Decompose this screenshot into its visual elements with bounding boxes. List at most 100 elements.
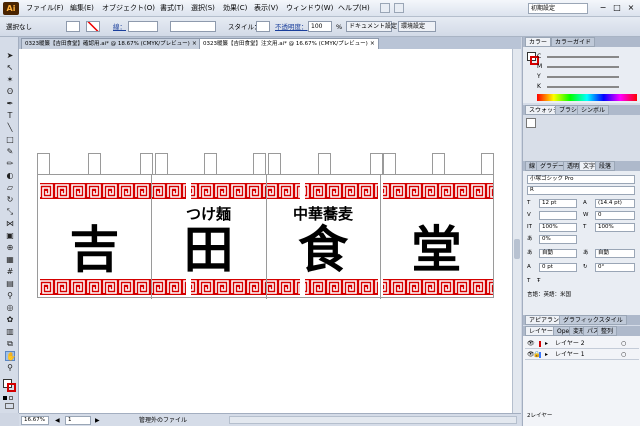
menu-effect[interactable]: 効果(C)	[223, 3, 247, 14]
slider-track[interactable]	[547, 66, 619, 68]
tab-document-confirm[interactable]: 0323暖簾【吉田食堂】確認用.ai* @ 18.67% (CMYK/プレビュー…	[21, 38, 201, 49]
slider-y[interactable]: Y	[537, 73, 627, 81]
eyedropper-tool-icon[interactable]: ⚲	[5, 291, 15, 301]
visibility-eye-icon[interactable]: 👁	[527, 338, 535, 349]
target-circle-icon[interactable]: ○	[621, 338, 626, 349]
tab-document-order[interactable]: 0323暖簾【吉田食堂】注文用.ai* @ 16.67% (CMYK/プレビュー…	[199, 38, 379, 49]
stroke-swatch[interactable]	[86, 21, 100, 32]
baseline-shift-field[interactable]: 0 pt	[539, 263, 577, 272]
symbol-sprayer-tool-icon[interactable]: ✿	[5, 315, 15, 325]
stroke-color-icon[interactable]	[7, 383, 16, 392]
magic-wand-tool-icon[interactable]: ✶	[5, 75, 15, 85]
none-mode-icon[interactable]	[9, 396, 13, 400]
expand-icon[interactable]: ▸	[545, 349, 548, 360]
vertical-scale-field[interactable]: 100%	[539, 223, 577, 232]
language-select[interactable]: 言語：英語：米国	[527, 291, 571, 300]
slider-c[interactable]: C	[537, 53, 627, 61]
scroll-thumb[interactable]	[514, 239, 520, 259]
vertical-scrollbar[interactable]	[512, 49, 521, 414]
type-tool-icon[interactable]: T	[5, 111, 15, 121]
graphic-style-select[interactable]	[256, 21, 270, 32]
pencil-tool-icon[interactable]: ✏	[5, 159, 15, 169]
graph-tool-icon[interactable]: ▥	[5, 327, 15, 337]
paintbrush-tool-icon[interactable]: ✎	[5, 147, 15, 157]
maximize-button[interactable]: □	[610, 2, 624, 14]
font-size-field[interactable]: 12 pt	[539, 199, 577, 208]
leading-field[interactable]: (14.4 pt)	[595, 199, 635, 208]
artboard-tool-icon[interactable]: ⧉	[5, 339, 15, 349]
font-family-select[interactable]: 小塚ゴシック Pro	[527, 175, 635, 184]
tracking-field[interactable]: 0	[595, 211, 635, 220]
pen-tool-icon[interactable]: ✒	[5, 99, 15, 109]
target-circle-icon[interactable]: ○	[621, 349, 626, 360]
variable-width-select[interactable]	[170, 21, 216, 32]
stroke-weight-field[interactable]	[128, 21, 158, 32]
expand-icon[interactable]: ▸	[545, 338, 548, 349]
width-tool-icon[interactable]: ⋈	[5, 219, 15, 229]
menu-window[interactable]: ウィンドウ(W)	[286, 3, 333, 14]
underline-icon[interactable]: T	[527, 277, 530, 286]
arrange-documents-icon[interactable]	[394, 3, 404, 13]
color-mode-icon[interactable]	[3, 396, 7, 400]
zoom-tool-icon[interactable]: ⚲	[5, 363, 15, 373]
horizontal-scrollbar[interactable]	[229, 416, 517, 424]
layer-row-2[interactable]: 👁 ▸ レイヤー 2 ○	[525, 338, 639, 349]
fill-swatch[interactable]	[66, 21, 80, 32]
perspective-grid-tool-icon[interactable]: ▦	[5, 255, 15, 265]
next-page-icon[interactable]: ▶	[95, 417, 101, 424]
direct-selection-tool-icon[interactable]: ↖	[5, 63, 15, 73]
close-tab-icon[interactable]: ×	[370, 39, 375, 49]
aki-right-field[interactable]: 自動	[595, 249, 635, 258]
rotate-tool-icon[interactable]: ↻	[5, 195, 15, 205]
menu-edit[interactable]: 編集(E)	[70, 3, 94, 14]
kerning-field[interactable]	[539, 211, 577, 220]
blend-tool-icon[interactable]: ◎	[5, 303, 15, 313]
stroke-label[interactable]: 線：	[113, 22, 126, 32]
color-spectrum[interactable]	[537, 94, 637, 101]
gradient-tool-icon[interactable]: ▤	[5, 279, 15, 289]
scale-tool-icon[interactable]: ⤡	[5, 207, 15, 217]
layer-row-1[interactable]: 👁 🔒 ▸ レイヤー 1 ○	[525, 349, 639, 360]
document-setup-button[interactable]: ドキュメント設定	[346, 21, 397, 32]
close-button[interactable]: ×	[624, 2, 638, 14]
mesh-tool-icon[interactable]: #	[5, 267, 15, 277]
aki-left-field[interactable]: 自動	[539, 249, 577, 258]
tab-align[interactable]: 整列	[597, 326, 618, 336]
slider-track[interactable]	[547, 76, 619, 78]
opacity-field[interactable]: 100	[308, 21, 332, 32]
opacity-label[interactable]: 不透明度：	[275, 22, 308, 32]
menu-view[interactable]: 表示(V)	[254, 3, 278, 14]
slider-k[interactable]: K	[537, 83, 627, 91]
tab-graphic-styles[interactable]: グラフィックスタイル	[559, 315, 627, 325]
font-style-select[interactable]: R	[527, 186, 635, 195]
first-page-icon[interactable]: ◀	[55, 417, 61, 424]
rectangle-tool-icon[interactable]: □	[5, 135, 15, 145]
character-rotation-field[interactable]: 0°	[595, 263, 635, 272]
minimize-button[interactable]: −	[596, 2, 610, 14]
page-field[interactable]: 1	[65, 416, 91, 425]
slider-track[interactable]	[547, 56, 619, 58]
tsume-field[interactable]: 0%	[539, 235, 577, 244]
preferences-button[interactable]: 環境設定	[398, 21, 436, 32]
tab-color-guide[interactable]: カラーガイド	[551, 37, 596, 47]
zoom-field[interactable]: 16.67%	[21, 416, 49, 425]
lasso-tool-icon[interactable]: ʘ	[5, 87, 15, 97]
menu-help[interactable]: ヘルプ(H)	[338, 3, 370, 14]
eraser-tool-icon[interactable]: ▱	[5, 183, 15, 193]
menu-select[interactable]: 選択(S)	[191, 3, 215, 14]
tab-symbols[interactable]: シンボル	[577, 105, 610, 115]
menu-type[interactable]: 書式(T)	[160, 3, 184, 14]
horizontal-scale-field[interactable]: 100%	[595, 223, 635, 232]
bridge-icon[interactable]	[380, 3, 390, 13]
menu-object[interactable]: オブジェクト(O)	[102, 3, 155, 14]
strikethrough-icon[interactable]: Ŧ	[537, 277, 540, 286]
menu-file[interactable]: ファイル(F)	[26, 3, 64, 14]
hand-tool-icon[interactable]: ✋	[5, 351, 16, 361]
slider-track[interactable]	[547, 86, 619, 88]
slider-m[interactable]: M	[537, 63, 627, 71]
line-tool-icon[interactable]: ╲	[5, 123, 15, 133]
blob-brush-tool-icon[interactable]: ◐	[5, 171, 15, 181]
close-tab-icon[interactable]: ×	[192, 39, 197, 49]
swatch-none[interactable]	[526, 118, 536, 128]
selection-tool-icon[interactable]: ➤	[5, 51, 15, 61]
